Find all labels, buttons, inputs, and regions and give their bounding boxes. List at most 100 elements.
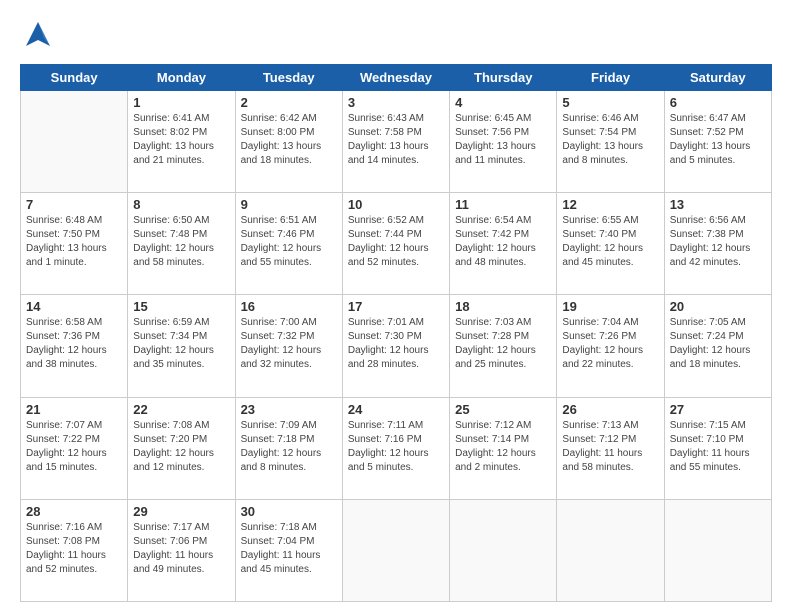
day-number: 17 [348,299,444,314]
day-number: 9 [241,197,337,212]
day-info: Sunrise: 6:43 AM Sunset: 7:58 PM Dayligh… [348,112,444,168]
calendar-cell: 29 Sunrise: 7:17 AM Sunset: 7:06 PM Dayli… [128,499,235,601]
day-number: 13 [670,197,766,212]
day-number: 15 [133,299,229,314]
calendar-cell: 21 Sunrise: 7:07 AM Sunset: 7:22 PM Dayli… [21,397,128,499]
header [20,18,772,54]
calendar-cell: 3 Sunrise: 6:43 AM Sunset: 7:58 PM Daylig… [342,91,449,193]
calendar-cell: 17Sunrise: 7:01 AM Sunset: 7:30 PM Dayli… [342,295,449,397]
day-number: 11 [455,197,551,212]
day-number: 1 [133,95,229,110]
day-info: Sunrise: 7:08 AM Sunset: 7:20 PM Dayligh… [133,419,229,475]
day-info: Sunrise: 7:00 AM Sunset: 7:32 PM Dayligh… [241,316,337,372]
calendar-cell: 5 Sunrise: 6:46 AM Sunset: 7:54 PM Daylig… [557,91,664,193]
day-number: 27 [670,402,766,417]
day-number: 30 [241,504,337,519]
weekday-header-monday: Monday [128,65,235,91]
day-info: Sunrise: 7:03 AM Sunset: 7:28 PM Dayligh… [455,316,551,372]
calendar-cell [557,499,664,601]
calendar-cell: 30 Sunrise: 7:18 AM Sunset: 7:04 PM Dayli… [235,499,342,601]
day-number: 20 [670,299,766,314]
calendar-cell: 13 Sunrise: 6:56 AM Sunset: 7:38 PM Dayli… [664,193,771,295]
day-info: Sunrise: 7:09 AM Sunset: 7:18 PM Dayligh… [241,419,337,475]
calendar-cell: 10Sunrise: 6:52 AM Sunset: 7:44 PM Dayli… [342,193,449,295]
week-row-2: 14 Sunrise: 6:58 AM Sunset: 7:36 PM Dayli… [21,295,772,397]
calendar-cell: 22 Sunrise: 7:08 AM Sunset: 7:20 PM Dayli… [128,397,235,499]
day-info: Sunrise: 7:15 AM Sunset: 7:10 PM Dayligh… [670,419,766,475]
week-row-4: 28 Sunrise: 7:16 AM Sunset: 7:08 PM Dayli… [21,499,772,601]
calendar-table: SundayMondayTuesdayWednesdayThursdayFrid… [20,64,772,602]
day-number: 21 [26,402,122,417]
weekday-header-sunday: Sunday [21,65,128,91]
day-number: 18 [455,299,551,314]
weekday-header-saturday: Saturday [664,65,771,91]
day-info: Sunrise: 6:48 AM Sunset: 7:50 PM Dayligh… [26,214,122,270]
day-info: Sunrise: 7:11 AM Sunset: 7:16 PM Dayligh… [348,419,444,475]
day-info: Sunrise: 6:46 AM Sunset: 7:54 PM Dayligh… [562,112,658,168]
day-info: Sunrise: 6:45 AM Sunset: 7:56 PM Dayligh… [455,112,551,168]
day-number: 22 [133,402,229,417]
day-info: Sunrise: 6:59 AM Sunset: 7:34 PM Dayligh… [133,316,229,372]
day-number: 10 [348,197,444,212]
day-number: 7 [26,197,122,212]
day-info: Sunrise: 7:07 AM Sunset: 7:22 PM Dayligh… [26,419,122,475]
weekday-header-thursday: Thursday [450,65,557,91]
day-info: Sunrise: 6:54 AM Sunset: 7:42 PM Dayligh… [455,214,551,270]
calendar-cell: 18 Sunrise: 7:03 AM Sunset: 7:28 PM Dayli… [450,295,557,397]
day-number: 6 [670,95,766,110]
calendar-cell: 12 Sunrise: 6:55 AM Sunset: 7:40 PM Dayli… [557,193,664,295]
day-info: Sunrise: 6:56 AM Sunset: 7:38 PM Dayligh… [670,214,766,270]
day-number: 26 [562,402,658,417]
week-row-0: 1 Sunrise: 6:41 AM Sunset: 8:02 PM Daylig… [21,91,772,193]
day-number: 19 [562,299,658,314]
day-info: Sunrise: 7:12 AM Sunset: 7:14 PM Dayligh… [455,419,551,475]
calendar-cell: 2Sunrise: 6:42 AM Sunset: 8:00 PM Daylig… [235,91,342,193]
calendar-cell: 23 Sunrise: 7:09 AM Sunset: 7:18 PM Dayli… [235,397,342,499]
day-number: 2 [241,95,337,110]
calendar-cell: 26 Sunrise: 7:13 AM Sunset: 7:12 PM Dayli… [557,397,664,499]
page: SundayMondayTuesdayWednesdayThursdayFrid… [0,0,792,612]
calendar-cell: 1 Sunrise: 6:41 AM Sunset: 8:02 PM Daylig… [128,91,235,193]
day-number: 3 [348,95,444,110]
calendar-cell: 15 Sunrise: 6:59 AM Sunset: 7:34 PM Dayli… [128,295,235,397]
weekday-header-friday: Friday [557,65,664,91]
calendar-cell: 27 Sunrise: 7:15 AM Sunset: 7:10 PM Dayli… [664,397,771,499]
calendar-cell: 28 Sunrise: 7:16 AM Sunset: 7:08 PM Dayli… [21,499,128,601]
day-number: 24 [348,402,444,417]
calendar-cell [21,91,128,193]
day-info: Sunrise: 6:58 AM Sunset: 7:36 PM Dayligh… [26,316,122,372]
calendar-cell: 25 Sunrise: 7:12 AM Sunset: 7:14 PM Dayli… [450,397,557,499]
day-number: 14 [26,299,122,314]
calendar-cell: 11 Sunrise: 6:54 AM Sunset: 7:42 PM Dayli… [450,193,557,295]
day-info: Sunrise: 7:16 AM Sunset: 7:08 PM Dayligh… [26,521,122,577]
day-number: 25 [455,402,551,417]
calendar-cell: 9 Sunrise: 6:51 AM Sunset: 7:46 PM Daylig… [235,193,342,295]
calendar-cell: 8Sunrise: 6:50 AM Sunset: 7:48 PM Daylig… [128,193,235,295]
week-row-3: 21 Sunrise: 7:07 AM Sunset: 7:22 PM Dayli… [21,397,772,499]
calendar-cell [450,499,557,601]
calendar-cell: 19 Sunrise: 7:04 AM Sunset: 7:26 PM Dayli… [557,295,664,397]
day-info: Sunrise: 7:04 AM Sunset: 7:26 PM Dayligh… [562,316,658,372]
day-info: Sunrise: 6:41 AM Sunset: 8:02 PM Dayligh… [133,112,229,168]
day-number: 16 [241,299,337,314]
day-info: Sunrise: 6:55 AM Sunset: 7:40 PM Dayligh… [562,214,658,270]
day-number: 12 [562,197,658,212]
calendar-cell: 20Sunrise: 7:05 AM Sunset: 7:24 PM Dayli… [664,295,771,397]
day-number: 5 [562,95,658,110]
logo-bird-icon [20,18,56,54]
day-number: 28 [26,504,122,519]
day-info: Sunrise: 7:18 AM Sunset: 7:04 PM Dayligh… [241,521,337,577]
day-number: 29 [133,504,229,519]
day-number: 23 [241,402,337,417]
day-number: 8 [133,197,229,212]
weekday-header-wednesday: Wednesday [342,65,449,91]
week-row-1: 7 Sunrise: 6:48 AM Sunset: 7:50 PM Daylig… [21,193,772,295]
day-info: Sunrise: 6:51 AM Sunset: 7:46 PM Dayligh… [241,214,337,270]
day-number: 4 [455,95,551,110]
logo [20,18,60,54]
weekday-header-tuesday: Tuesday [235,65,342,91]
day-info: Sunrise: 7:13 AM Sunset: 7:12 PM Dayligh… [562,419,658,475]
calendar-cell: 14 Sunrise: 6:58 AM Sunset: 7:36 PM Dayli… [21,295,128,397]
calendar-cell: 16 Sunrise: 7:00 AM Sunset: 7:32 PM Dayli… [235,295,342,397]
day-info: Sunrise: 7:17 AM Sunset: 7:06 PM Dayligh… [133,521,229,577]
